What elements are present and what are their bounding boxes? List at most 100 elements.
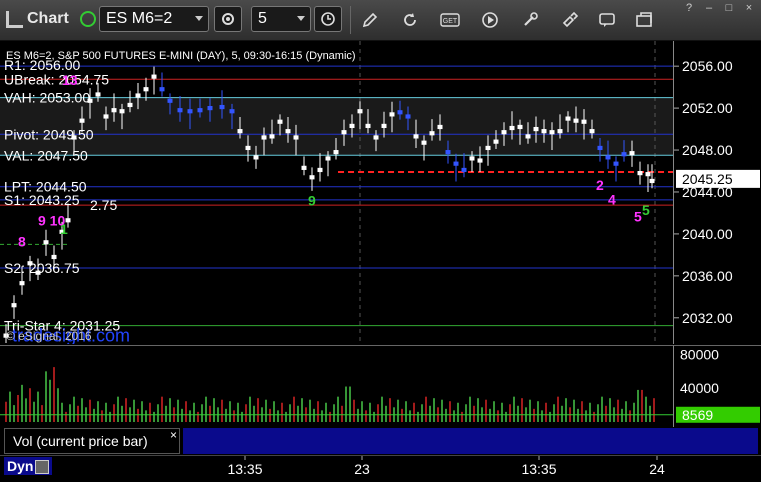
time-tick-label: 24 xyxy=(649,461,665,477)
price-bar xyxy=(325,156,331,161)
price-bar xyxy=(453,161,459,166)
price-bar xyxy=(11,303,17,308)
time-axis-svg: 13:35 23 13:35 24 xyxy=(227,456,665,477)
volume-study-label[interactable]: Vol (current price bar) xyxy=(4,428,180,454)
dynamic-button[interactable]: Dyn xyxy=(4,457,53,476)
chart-app-button[interactable]: Chart xyxy=(6,10,69,28)
price-bar xyxy=(261,135,267,140)
minimize-button[interactable]: – xyxy=(702,2,716,14)
time-axis[interactable]: 13:35 23 13:35 24 xyxy=(0,455,761,482)
price-bar xyxy=(43,240,49,245)
play-icon[interactable] xyxy=(478,8,502,32)
price-bar xyxy=(621,152,627,157)
price-bar xyxy=(541,129,547,134)
symbol-input[interactable]: ES M6=2 xyxy=(99,6,209,32)
price-bar xyxy=(645,172,651,177)
copyright-text: © eSignal, 2016 xyxy=(6,329,92,343)
price-bar xyxy=(177,108,183,113)
get-icon[interactable]: GET xyxy=(438,8,462,32)
level-label: VAH: 2053.00 xyxy=(4,90,90,106)
pencil-icon[interactable] xyxy=(358,8,382,32)
setup-count-label: 1 xyxy=(60,221,68,237)
tools-icon[interactable] xyxy=(518,8,542,32)
price-bar xyxy=(373,135,379,140)
level-label: S2: 2036.75 xyxy=(4,260,80,276)
price-bar xyxy=(127,102,133,108)
price-bar xyxy=(549,130,555,135)
price-tick-label: 2056.00 xyxy=(682,58,733,74)
volume-tick-label: 80000 xyxy=(680,346,719,362)
price-bar xyxy=(413,134,419,139)
close-button[interactable]: × xyxy=(742,2,756,14)
price-bar xyxy=(629,151,635,156)
price-bar xyxy=(517,124,523,130)
snapshot-icon[interactable] xyxy=(632,8,656,32)
refresh-icon[interactable] xyxy=(398,8,422,32)
setup-count-label: 13 xyxy=(62,72,78,88)
setup-count-label: 4 xyxy=(608,192,616,208)
price-bar xyxy=(485,145,491,151)
tools-icon[interactable] xyxy=(558,8,582,32)
price-bar xyxy=(357,109,363,114)
price-bar xyxy=(207,106,213,111)
price-bar xyxy=(79,118,85,123)
setup-count-label: 5 xyxy=(634,208,642,224)
interval-input[interactable]: 5 xyxy=(251,6,311,32)
price-bar xyxy=(565,116,571,121)
price-bar xyxy=(501,130,507,135)
price-bar xyxy=(445,150,451,155)
price-bar xyxy=(19,281,25,286)
comment-icon[interactable] xyxy=(595,8,619,32)
price-bar xyxy=(477,158,483,163)
price-bar xyxy=(167,98,173,103)
gear-icon[interactable] xyxy=(214,6,242,32)
study-bar-fill xyxy=(183,428,758,454)
price-bar xyxy=(461,167,467,173)
price-bar xyxy=(269,134,275,139)
calendar-icon xyxy=(35,460,50,475)
price-bar xyxy=(159,87,165,92)
price-bar xyxy=(649,178,655,184)
price-bar xyxy=(381,123,387,129)
close-icon[interactable]: × xyxy=(170,428,177,442)
price-bar xyxy=(187,109,193,114)
chevron-down-icon xyxy=(195,16,203,21)
price-tick-label: 2052.00 xyxy=(682,100,733,116)
symbol-value: ES M6=2 xyxy=(106,10,173,27)
price-bar xyxy=(135,93,141,98)
clock-icon[interactable] xyxy=(314,6,342,32)
price-bar xyxy=(143,87,149,92)
price-bar xyxy=(469,156,475,161)
price-bar xyxy=(341,130,347,135)
price-bar xyxy=(285,129,291,134)
volume-axis-svg: 80000 40000 8569 xyxy=(676,346,760,423)
time-tick-label: 23 xyxy=(354,461,370,477)
price-pane[interactable]: R1: 2056.00 UBreak: 2054.75 VAH: 2053.00 Pi… xyxy=(0,41,673,344)
price-chart: R1: 2056.00UBreak: 2054.75VAH: 2053.00Pi… xyxy=(0,41,673,344)
level-label: 2.75 xyxy=(90,197,117,213)
volume-pane[interactable] xyxy=(0,345,673,428)
price-bar xyxy=(397,110,403,115)
price-bar xyxy=(613,161,619,166)
price-bar xyxy=(509,125,515,131)
link-dot-icon[interactable] xyxy=(80,11,96,27)
price-axis[interactable]: 2056.00 2052.00 2048.00 2044.00 2040.00 2036.… xyxy=(673,41,761,344)
volume-tick-label: 40000 xyxy=(680,380,719,396)
price-bar xyxy=(557,129,563,134)
price-bar xyxy=(119,109,125,114)
last-volume-label: 8569 xyxy=(682,407,713,423)
price-bar xyxy=(51,254,57,260)
price-bar xyxy=(605,155,611,160)
price-bar xyxy=(151,74,157,79)
interval-value: 5 xyxy=(258,10,267,27)
maximize-button[interactable]: □ xyxy=(722,2,736,14)
setup-count-label: 8 xyxy=(18,233,26,249)
price-bar xyxy=(301,165,307,170)
price-bar xyxy=(245,145,251,151)
help-button[interactable]: ? xyxy=(682,2,696,14)
price-bar xyxy=(103,114,109,119)
price-bar xyxy=(589,129,595,134)
setup-count-label: 5 xyxy=(642,202,650,218)
volume-axis[interactable]: 80000 40000 8569 xyxy=(673,345,761,428)
price-bar xyxy=(309,175,315,180)
